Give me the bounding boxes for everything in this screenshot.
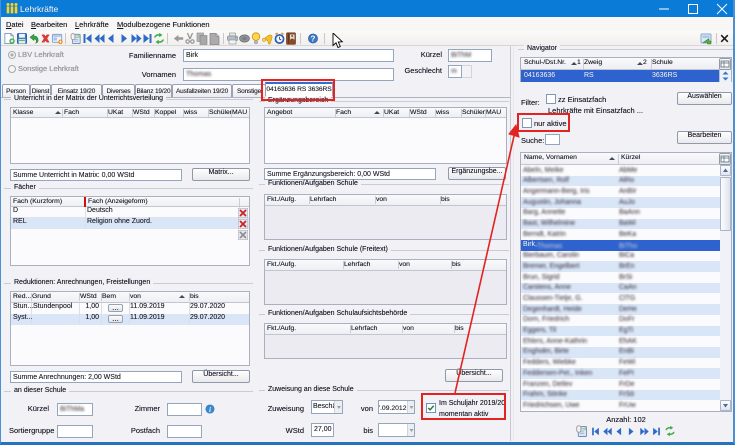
svg-text:?: ? — [311, 34, 316, 43]
svg-text:i: i — [209, 406, 211, 414]
